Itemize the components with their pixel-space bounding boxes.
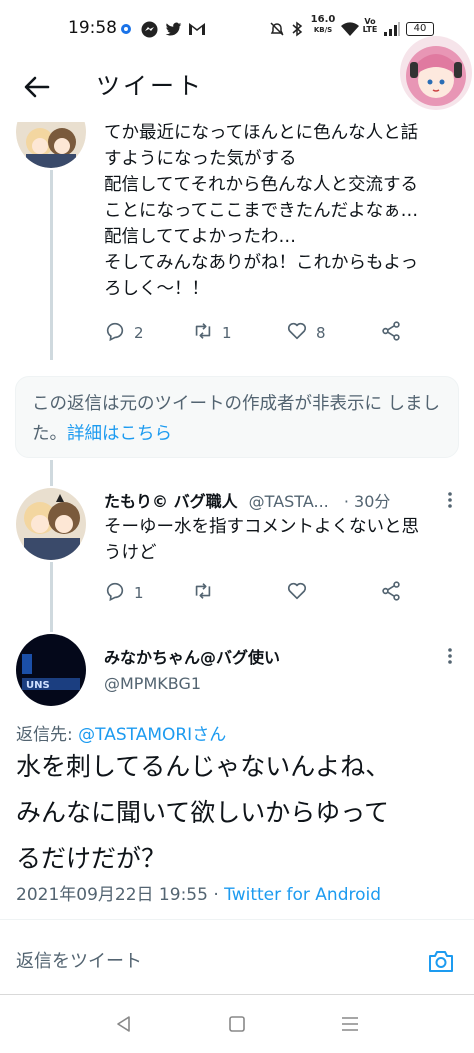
volte-indicator: Vo LTE (362, 17, 378, 34)
reply-author-handle[interactable]: @TASTA... (249, 492, 329, 511)
share-action[interactable] (380, 580, 402, 606)
heart-icon (286, 320, 308, 346)
reply-tweet-header: たもり© バグ職人 @TASTA... · 30分 (104, 488, 390, 512)
reply-action[interactable]: 1 (104, 580, 144, 606)
reply-action[interactable]: 2 (104, 320, 144, 346)
settings-icon (118, 20, 134, 38)
arrow-left-icon[interactable] (20, 70, 54, 104)
retweet-count: 1 (222, 324, 232, 342)
reply-icon (104, 580, 126, 606)
main-author-handle[interactable]: @MPMKBG1 (104, 674, 201, 693)
alarm-icon (268, 20, 286, 38)
status-time: 19:58 (68, 18, 117, 38)
like-action[interactable]: 8 (286, 320, 326, 346)
reply-count: 2 (134, 324, 144, 342)
thread-line (50, 170, 53, 360)
wifi-icon (340, 20, 360, 38)
hidden-reply-notice: この返信は元のツイートの作成者が非表示に しました。詳細はこちら (15, 376, 459, 458)
more-options-icon[interactable] (440, 646, 460, 666)
parent-tweet-avatar[interactable] (16, 122, 86, 168)
reply-to-line: 返信先: @TASTAMORIさん (16, 720, 226, 745)
bluetooth-icon (290, 20, 304, 38)
details-link[interactable]: 詳細はこちら (67, 424, 172, 444)
heart-icon (286, 580, 308, 606)
reply-time: · 30分 (343, 492, 391, 511)
divider (0, 919, 474, 920)
retweet-icon (192, 580, 214, 606)
retweet-icon (192, 320, 214, 346)
svg-text:UNS: UNS (26, 680, 50, 691)
nav-back-icon[interactable] (110, 1010, 138, 1038)
status-bar: 19:58 16.0 KB/S Vo LTE 40 (0, 0, 474, 60)
reply-icon (104, 320, 126, 346)
reply-count: 1 (134, 584, 144, 602)
share-action[interactable] (380, 320, 402, 346)
gmail-icon (188, 20, 206, 38)
page-title: ツイート (96, 72, 204, 100)
twitter-icon (164, 20, 182, 38)
tweet-meta: 2021年09月22日 19:55 · Twitter for Android (16, 880, 381, 905)
camera-icon[interactable] (426, 946, 456, 976)
divider (0, 994, 474, 995)
main-author-name[interactable]: みなかちゃん@バグ使い (104, 644, 280, 668)
like-action[interactable] (286, 580, 308, 606)
more-options-icon[interactable] (440, 490, 460, 510)
tweet-timestamp: 2021年09月22日 19:55 · (16, 885, 225, 905)
reply-author-name[interactable]: たもり© バグ職人 (104, 492, 238, 511)
reply-to-label: 返信先: (16, 725, 79, 745)
reply-tweet-text: そーゆー水を指すコメントよくないと思 うけど (104, 517, 419, 563)
main-tweet-avatar[interactable]: UNS (16, 634, 86, 706)
retweet-action[interactable] (192, 580, 214, 606)
reply-bar (0, 930, 474, 994)
like-count: 8 (316, 324, 326, 342)
overlay-avatar (400, 36, 472, 110)
share-icon (380, 580, 402, 606)
main-tweet-text: 水を刺してるんじゃないんよね、 みんなに聞いて欲しいからゆって るだけだが？ (16, 752, 391, 873)
messenger-icon (140, 20, 158, 38)
reply-to-handle[interactable]: @TASTAMORIさん (78, 725, 226, 745)
parent-tweet-text: てか最近になってほんとに色んな人と話 すようになった気がする 配信しててそれから… (104, 123, 419, 299)
reply-tweet-avatar[interactable] (16, 488, 86, 560)
signal-icon (382, 20, 402, 38)
nav-menu-icon[interactable] (336, 1010, 364, 1038)
battery-indicator: 40 (406, 22, 434, 36)
network-speed: 16.0 KB/S (310, 14, 336, 35)
thread-line (50, 562, 53, 632)
source-link[interactable]: Twitter for Android (224, 885, 381, 905)
nav-home-icon[interactable] (223, 1010, 251, 1038)
system-nav-bar (0, 996, 474, 1053)
share-icon (380, 320, 402, 346)
retweet-action[interactable]: 1 (192, 320, 232, 346)
thread-line (50, 460, 53, 486)
reply-input[interactable] (16, 946, 396, 976)
